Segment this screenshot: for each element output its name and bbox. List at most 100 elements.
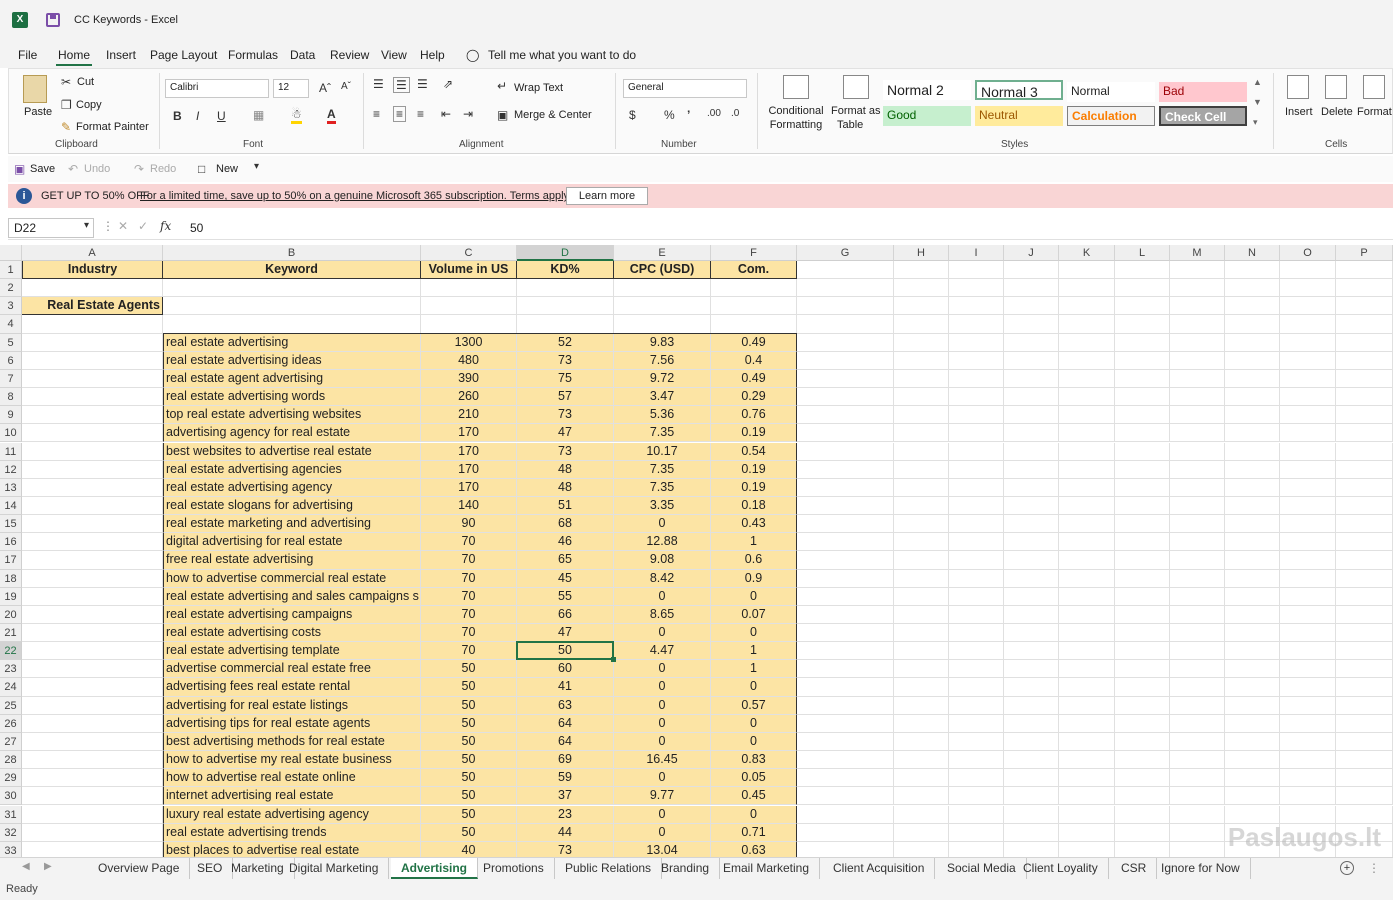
grid-cell[interactable] <box>894 642 949 661</box>
grid-cell[interactable] <box>1336 678 1393 697</box>
grid-cell[interactable] <box>1170 478 1225 497</box>
grid-cell[interactable] <box>1115 297 1170 316</box>
qat-save-button[interactable]: Save <box>30 163 55 175</box>
row-header[interactable]: 16 <box>0 533 22 552</box>
grid-cell[interactable] <box>1059 823 1115 842</box>
kd-cell[interactable]: 73 <box>517 351 614 370</box>
com-cell[interactable]: 1 <box>711 533 797 552</box>
grid-cell[interactable] <box>1170 388 1225 407</box>
grid-cell[interactable] <box>1225 660 1280 679</box>
grid-cell[interactable] <box>797 678 894 697</box>
grid-cell[interactable] <box>1170 406 1225 425</box>
com-cell[interactable]: 0.71 <box>711 823 797 842</box>
column-header-k[interactable]: K <box>1059 245 1115 261</box>
grid-cell[interactable] <box>1059 551 1115 570</box>
kd-cell[interactable]: 37 <box>517 787 614 806</box>
sheet-tab[interactable]: Client Loyality <box>1013 858 1109 879</box>
grid-cell[interactable] <box>797 587 894 606</box>
grid-cell[interactable] <box>22 751 163 770</box>
name-box-dropdown-icon[interactable]: ▾ <box>84 220 89 231</box>
grid-cell[interactable] <box>949 624 1004 643</box>
cpc-cell[interactable]: 0 <box>614 587 711 606</box>
insert-function-icon[interactable]: fx <box>160 219 171 233</box>
grid-cell[interactable] <box>797 351 894 370</box>
grid-cell[interactable] <box>894 732 949 752</box>
menu-data[interactable]: Data <box>290 48 315 62</box>
grid-cell[interactable] <box>1280 569 1336 588</box>
com-cell[interactable]: 0.18 <box>711 496 797 516</box>
orientation-icon[interactable]: ⇗ <box>443 77 453 91</box>
grid-cell[interactable] <box>22 714 163 733</box>
kd-cell[interactable]: 60 <box>517 660 614 679</box>
cpc-cell[interactable]: 9.72 <box>614 369 711 389</box>
grid-cell[interactable] <box>1336 369 1393 389</box>
com-cell[interactable]: 1 <box>711 642 797 661</box>
volume-cell[interactable]: 480 <box>421 351 517 370</box>
grid-cell[interactable] <box>1280 478 1336 497</box>
grid-cell[interactable] <box>1225 333 1280 352</box>
grid-cell[interactable] <box>1004 424 1059 443</box>
grid-cell[interactable] <box>797 823 894 842</box>
keyword-cell[interactable]: best places to advertise real estate <box>163 841 421 857</box>
grid-cell[interactable] <box>1004 787 1059 806</box>
grid-cell[interactable] <box>894 279 949 298</box>
kd-cell[interactable]: 48 <box>517 460 614 479</box>
grid-cell[interactable] <box>1059 732 1115 752</box>
grid-cell[interactable] <box>1336 406 1393 425</box>
grid-cell[interactable] <box>1059 424 1115 443</box>
style-neutral[interactable]: Neutral <box>975 106 1063 126</box>
copy-icon[interactable]: ❐ <box>61 98 72 112</box>
grid-cell[interactable] <box>1115 351 1170 370</box>
grid-cell[interactable] <box>894 351 949 370</box>
grid-cell[interactable] <box>1115 442 1170 461</box>
grid-cell[interactable] <box>949 478 1004 497</box>
kd-cell[interactable]: 23 <box>517 805 614 824</box>
grid-cell[interactable] <box>1004 624 1059 643</box>
grid-cell[interactable] <box>1170 442 1225 461</box>
grid-cell[interactable] <box>949 642 1004 661</box>
volume-cell[interactable]: 170 <box>421 424 517 443</box>
grid-cell[interactable] <box>1170 769 1225 788</box>
grid-cell[interactable] <box>1115 261 1170 280</box>
grid-cell[interactable] <box>894 823 949 842</box>
kd-cell[interactable]: 51 <box>517 496 614 516</box>
menu-review[interactable]: Review <box>330 48 369 62</box>
cpc-cell[interactable]: 3.35 <box>614 496 711 516</box>
grid-cell[interactable] <box>1004 388 1059 407</box>
grid-cell[interactable] <box>22 460 163 479</box>
style-normal-2[interactable]: Normal 2 <box>883 80 971 100</box>
grid-cell[interactable] <box>1115 678 1170 697</box>
grid-cell[interactable] <box>797 297 894 316</box>
row-header[interactable]: 29 <box>0 769 22 788</box>
conditional-formatting-label-1[interactable]: Conditional <box>767 105 825 117</box>
grid-cell[interactable] <box>1059 406 1115 425</box>
keyword-cell[interactable]: best advertising methods for real estate <box>163 732 421 752</box>
grid-cell[interactable] <box>22 315 163 334</box>
grid-cell[interactable] <box>949 714 1004 733</box>
grid-cell[interactable] <box>1004 297 1059 316</box>
com-cell[interactable]: 0.6 <box>711 551 797 570</box>
grid-cell[interactable] <box>1225 696 1280 715</box>
new-button[interactable]: New <box>216 163 238 175</box>
header-cpc[interactable]: CPC (USD) <box>614 261 711 280</box>
grid-cell[interactable] <box>1059 533 1115 552</box>
grid-cell[interactable] <box>22 515 163 534</box>
new-file-icon[interactable]: □ <box>198 162 205 176</box>
column-header-m[interactable]: M <box>1170 245 1225 261</box>
grid-cell[interactable] <box>1225 624 1280 643</box>
style-calculation[interactable]: Calculation <box>1067 106 1155 126</box>
grid-cell[interactable] <box>797 424 894 443</box>
com-cell[interactable]: 0.54 <box>711 442 797 461</box>
grid-cell[interactable] <box>517 279 614 298</box>
grid-cell[interactable] <box>1170 624 1225 643</box>
row-header[interactable]: 6 <box>0 351 22 370</box>
sheet-tab[interactable]: Overview Page <box>88 858 191 879</box>
grid-cell[interactable] <box>1059 841 1115 857</box>
fill-handle[interactable] <box>611 657 616 663</box>
grid-cell[interactable] <box>1280 406 1336 425</box>
com-cell[interactable]: 0.19 <box>711 478 797 497</box>
grid-cell[interactable] <box>797 261 894 280</box>
grid-cell[interactable] <box>1280 388 1336 407</box>
grid-cell[interactable] <box>1004 751 1059 770</box>
grid-cell[interactable] <box>1170 261 1225 280</box>
